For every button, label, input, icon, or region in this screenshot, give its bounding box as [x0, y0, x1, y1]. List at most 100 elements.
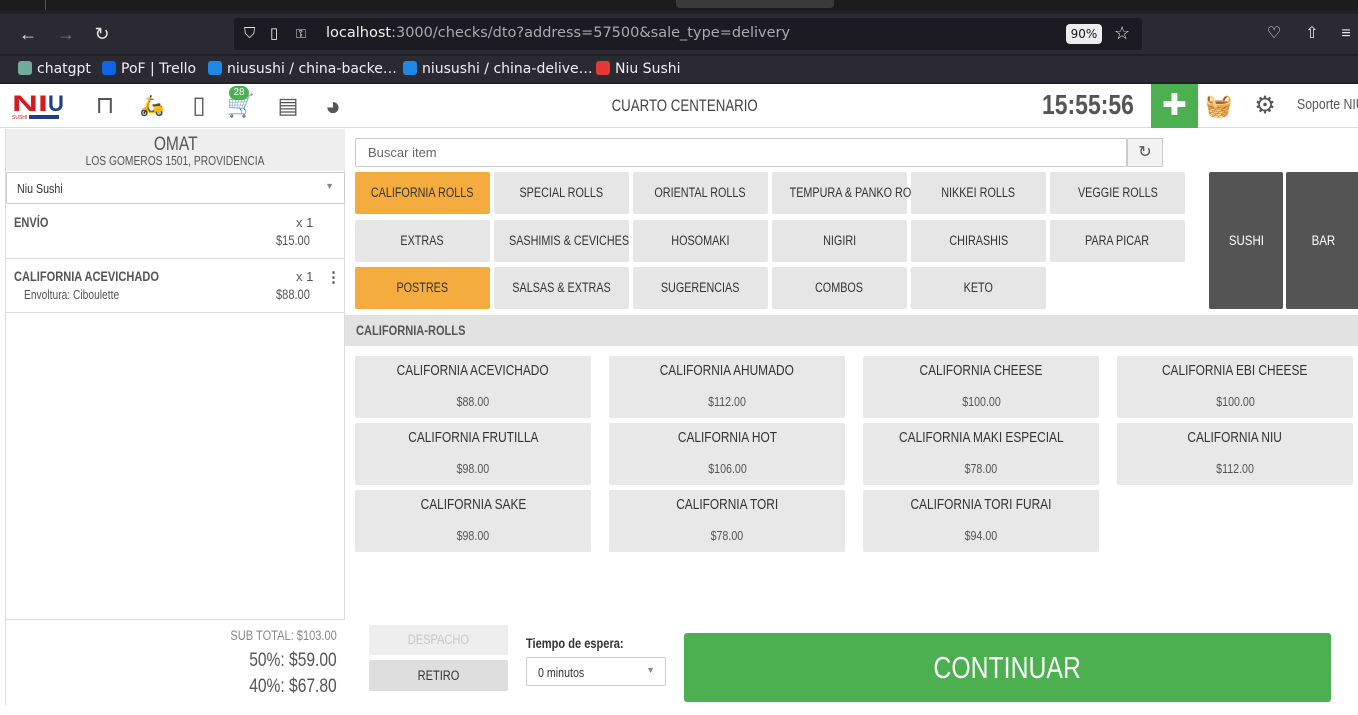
product-price-text: $94.00 [964, 528, 998, 543]
store-name-text: CUARTO CENTENARIO [611, 96, 759, 115]
product-card[interactable]: CALIFORNIA HOT $106.00 [609, 423, 845, 485]
table-icon[interactable]: ⊓ [90, 92, 120, 120]
refresh-icon[interactable]: ↻ [1127, 138, 1163, 167]
bookmark-chatgpt[interactable]: chatgpt [18, 59, 91, 79]
menu-type-sushi[interactable]: SUSHI [1209, 172, 1283, 309]
search-box [355, 138, 1127, 167]
svg-text:SUSHI: SUSHI [12, 115, 27, 120]
category-button[interactable]: NIGIRI [772, 220, 907, 262]
forward-icon[interactable]: → [54, 22, 78, 46]
delivery-scooter-icon[interactable]: 🛵 [137, 92, 167, 120]
category-button[interactable]: COMBOS [772, 267, 907, 309]
menu-type-bar[interactable]: BAR [1286, 172, 1358, 309]
gear-icon[interactable]: ⚙ [1250, 92, 1280, 120]
order-item-name: CALIFORNIA ACEVICHADO [14, 269, 191, 284]
category-button[interactable]: VEGGIE ROLLS [1050, 172, 1185, 214]
url-bar[interactable]: ⛉ ▯ ⚿ localhost:3000/checks/dto?address=… [234, 18, 1142, 50]
product-card[interactable]: CALIFORNIA FRUTILLA $98.00 [355, 423, 591, 485]
category-button[interactable]: PARA PICAR [1050, 220, 1185, 262]
kebab-menu-icon[interactable]: ⋮ [326, 268, 341, 286]
category-button[interactable]: CALIFORNIA ROLLS [355, 172, 490, 214]
product-card[interactable]: CALIFORNIA MAKI ESPECIAL $78.00 [863, 423, 1099, 485]
store-select[interactable]: Niu Sushi ▼ [6, 172, 345, 204]
category-button[interactable]: SASHIMIS & CEVICHES [494, 220, 629, 262]
store-select-value: Niu Sushi [17, 181, 73, 196]
continue-button[interactable]: CONTINUAR [684, 633, 1331, 702]
order-item-california-acevichado[interactable]: CALIFORNIA ACEVICHADO Envoltura: Ciboule… [6, 259, 345, 313]
category-button[interactable]: SALSAS & EXTRAS [494, 267, 629, 309]
bookmark-china-backend[interactable]: niusushi / china-backe… [208, 59, 397, 79]
section-title: CALIFORNIA-ROLLS [356, 323, 489, 338]
wait-time-select[interactable]: 0 minutos ▼ [526, 657, 666, 686]
extensions-icon[interactable]: ⇧ [1300, 22, 1324, 46]
product-name-text: CALIFORNIA EBI CHEESE [1162, 363, 1308, 379]
retiro-button[interactable]: RETIRO [369, 660, 508, 691]
category-label: VEGGIE ROLLS [1077, 185, 1158, 200]
product-card[interactable]: CALIFORNIA EBI CHEESE $100.00 [1117, 356, 1353, 418]
counter-icon[interactable]: ▯ [184, 92, 214, 120]
permissions-icon[interactable]: ⚿ [296, 24, 306, 44]
product-card[interactable]: CALIFORNIA NIU $112.00 [1117, 423, 1353, 485]
discount-50-text: 50%: $59.00 [249, 650, 337, 671]
url-text[interactable]: localhost:3000/checks/dto?address=57500&… [326, 25, 790, 41]
category-label: POSTRES [396, 280, 449, 295]
add-button[interactable]: ✚ [1151, 84, 1198, 128]
customer-name-text: OMAT [153, 134, 198, 155]
menu-icon[interactable]: ≡ [1334, 22, 1358, 46]
back-icon[interactable]: ← [16, 22, 40, 46]
menu-type-label: SUSHI [1228, 232, 1264, 248]
category-button[interactable]: HOSOMAKI [633, 220, 768, 262]
product-price-text: $78.00 [710, 528, 744, 543]
customer-name: OMAT [6, 134, 345, 156]
pocket-icon[interactable]: ♡ [1262, 22, 1286, 46]
chevron-down-icon: ▼ [646, 665, 655, 675]
order-item-envio[interactable]: ENVÍO x 1 $15.00 [6, 205, 345, 259]
globe-icon[interactable]: ◕ [318, 92, 348, 120]
product-price: $112.00 [1117, 461, 1353, 476]
category-button[interactable]: ORIENTAL ROLLS [633, 172, 768, 214]
page-icon[interactable]: ▯ [270, 24, 278, 44]
category-label: SASHIMIS & CEVICHES [509, 233, 630, 248]
product-name-text: CALIFORNIA FRUTILLA [407, 430, 539, 446]
order-totals: SUB TOTAL: $103.00 50%: $59.00 40%: $67.… [6, 619, 345, 705]
category-button[interactable]: EXTRAS [355, 220, 490, 262]
reload-icon[interactable]: ↻ [90, 22, 114, 46]
product-card[interactable]: CALIFORNIA TORI FURAI $94.00 [863, 490, 1099, 552]
support-link[interactable]: Soporte NIU [1297, 96, 1358, 113]
product-card[interactable]: CALIFORNIA TORI $78.00 [609, 490, 845, 552]
category-button[interactable]: SUGERENCIAS [633, 267, 768, 309]
category-button[interactable]: CHIRASHIS [911, 220, 1046, 262]
shield-icon[interactable]: ⛉ [244, 24, 255, 44]
category-label: HOSOMAKI [671, 233, 730, 248]
order-item-detail-text: Envoltura: Ciboulette [24, 288, 120, 302]
continue-label: CONTINUAR [933, 650, 1082, 685]
customer-address-text: LOS GOMEROS 1501, PROVIDENCIA [86, 154, 265, 168]
category-button[interactable]: KETO [911, 267, 1046, 309]
product-card[interactable]: CALIFORNIA CHEESE $100.00 [863, 356, 1099, 418]
category-button[interactable]: TEMPURA & PANKO ROLLS [772, 172, 930, 214]
order-item-name-text: ENVÍO [14, 215, 49, 230]
search-input[interactable] [356, 139, 1126, 166]
subtotal: SUB TOTAL: $103.00 [207, 628, 337, 643]
category-button[interactable]: POSTRES [355, 267, 490, 309]
product-price: $106.00 [609, 461, 845, 476]
bookmark-niu-sushi[interactable]: Niu Sushi [596, 59, 681, 79]
product-card[interactable]: CALIFORNIA AHUMADO $112.00 [609, 356, 845, 418]
order-item-price: $88.00 [276, 287, 317, 302]
product-card[interactable]: CALIFORNIA ACEVICHADO $88.00 [355, 356, 591, 418]
category-button[interactable]: SPECIAL ROLLS [494, 172, 629, 214]
category-button[interactable]: NIKKEI ROLLS [911, 172, 1046, 214]
active-tab[interactable] [676, 0, 834, 8]
product-name: CALIFORNIA SAKE [355, 497, 591, 513]
order-item-qty: x 1 [296, 269, 314, 284]
product-card[interactable]: CALIFORNIA SAKE $98.00 [355, 490, 591, 552]
zoom-level[interactable]: 90% [1066, 24, 1102, 44]
receipt-icon[interactable]: ▤ [273, 92, 303, 120]
despacho-button[interactable]: DESPACHO [369, 625, 508, 655]
basket-icon[interactable]: 🧺 [1204, 92, 1234, 120]
bookmark-trello[interactable]: PoF | Trello [102, 59, 196, 79]
product-price: $88.00 [355, 394, 591, 409]
bookmark-china-delivery[interactable]: niusushi / china-delive… [403, 59, 593, 79]
order-item-name-text: CALIFORNIA ACEVICHADO [14, 269, 159, 284]
bookmark-star-icon[interactable]: ☆ [1114, 22, 1130, 44]
